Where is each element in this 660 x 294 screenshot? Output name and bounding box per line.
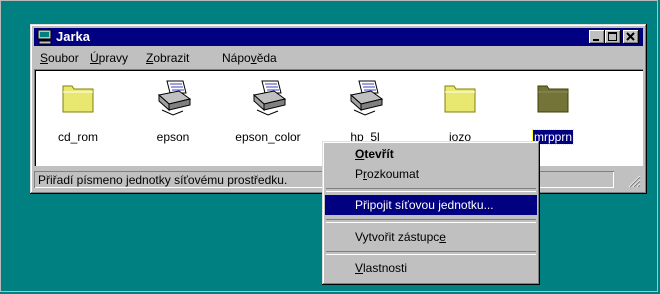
folder-icon xyxy=(421,77,499,121)
file-label: epson xyxy=(156,130,190,144)
resize-grip-icon[interactable] xyxy=(627,174,641,188)
menu-soubor[interactable]: Soubor xyxy=(40,51,79,65)
printer-icon xyxy=(229,77,307,121)
file-item-jozo[interactable]: jozo xyxy=(421,77,499,144)
printer-icon xyxy=(326,77,404,121)
context-item-map-network-drive[interactable]: Připojit síťovou jednotku... xyxy=(325,195,537,215)
context-separator xyxy=(326,188,536,192)
minimize-button[interactable] xyxy=(589,30,605,44)
file-item-cd-rom[interactable]: cd_rom xyxy=(39,77,117,144)
printer-icon xyxy=(134,77,212,121)
context-separator xyxy=(326,251,536,255)
menu-napoveda[interactable]: Nápověda xyxy=(222,51,277,65)
title-bar[interactable]: Jarka xyxy=(34,28,643,46)
file-label: cd_rom xyxy=(57,130,98,144)
window-title: Jarka xyxy=(56,29,90,44)
context-item-open[interactable]: Otevřít xyxy=(325,144,537,164)
file-item-mrpprn[interactable]: mrpprn xyxy=(514,77,592,145)
menu-upravy[interactable]: Úpravy xyxy=(90,51,128,65)
menu-zobrazit[interactable]: Zobrazit xyxy=(146,51,189,65)
menu-bar: Soubor Úpravy Zobrazit Nápověda xyxy=(34,48,643,68)
file-item-epson-color[interactable]: epson_color xyxy=(229,77,307,144)
folder-icon xyxy=(514,77,592,121)
file-item-epson[interactable]: epson xyxy=(134,77,212,144)
file-label: epson_color xyxy=(235,130,301,144)
context-item-explore[interactable]: Prozkoumat xyxy=(325,164,537,184)
context-item-properties[interactable]: Vlastnosti xyxy=(325,258,537,278)
close-button[interactable] xyxy=(623,30,639,44)
file-item-hp-5l[interactable]: hp_5l xyxy=(326,77,404,144)
context-menu: Otevřít Prozkoumat Připojit síťovou jedn… xyxy=(322,141,540,285)
network-computer-icon xyxy=(37,29,53,45)
folder-icon xyxy=(39,77,117,121)
maximize-button[interactable] xyxy=(605,30,621,44)
context-separator xyxy=(326,219,536,223)
context-item-create-shortcut[interactable]: Vytvořit zástupce xyxy=(325,227,537,247)
status-text: Přiřadí písmeno jednotky síťovému prostř… xyxy=(38,173,288,187)
